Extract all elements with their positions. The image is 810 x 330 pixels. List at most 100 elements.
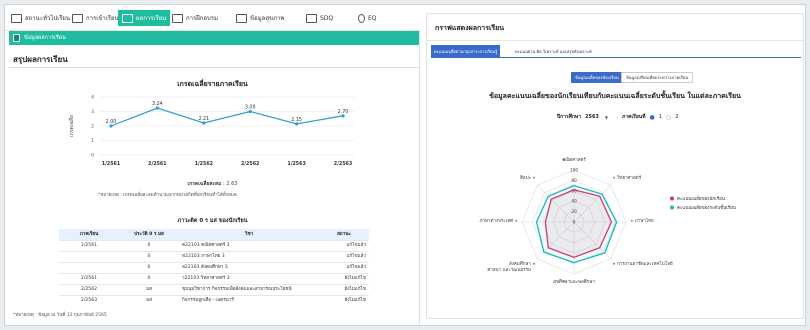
- term-option-1[interactable]: 1: [659, 114, 662, 120]
- y-tick-label: 4: [91, 95, 94, 101]
- sub-header-bar: ข้อมูลผลการเรียน: [9, 31, 419, 45]
- tab-academic-results[interactable]: ผลการเรียน: [118, 10, 171, 26]
- book-icon: [13, 34, 20, 42]
- table-cell-term: [59, 251, 119, 263]
- table-cell-grade: 0: [119, 262, 179, 274]
- tab-general-status[interactable]: สถานะทั่วไปเรียน: [7, 10, 74, 26]
- axis-marker: [630, 219, 633, 222]
- radio-unselected-icon[interactable]: ○: [666, 114, 671, 121]
- table-cell-term: 1/2561: [59, 240, 119, 252]
- y-tick-label: 2: [91, 124, 94, 130]
- axis-marker: [532, 176, 535, 179]
- grid-icon: [72, 13, 83, 23]
- data-label: 2.15: [291, 117, 302, 123]
- table-cell-grade: มส: [119, 284, 179, 296]
- radar-axis-label: ภาษาไทย: [635, 218, 654, 224]
- grades-table: ภาคเรียน ประวัติ 0 ร มส วิชา สถานะ 1/256…: [59, 229, 369, 306]
- tab-label: การฝึกอบรม: [186, 15, 218, 22]
- radar-series-polygon: [535, 184, 618, 264]
- table-row: 0 ท22103 ภาษาไทย 3 แก้ไขแล้ว: [59, 251, 369, 263]
- grades-table-body: 1/2561 0 ค22103 คณิตศาสตร์ 3 แก้ไขแล้ว 0 ท221…: [59, 240, 369, 306]
- table-cell-status: แก้ไขแล้ว: [319, 240, 369, 252]
- class-average-button[interactable]: ข้อมูลเฉลี่ยของห้องเรียน: [571, 72, 623, 83]
- term-option-2[interactable]: 2: [675, 114, 678, 120]
- x-tick-label: 2/2562: [241, 161, 259, 167]
- x-tick-label: 1/2563: [287, 161, 305, 167]
- data-date-note: *หมายเหตุ : ข้อมูล ณ วันที่ 12 กุมภาพันธ…: [13, 313, 107, 318]
- sub-header-label: ข้อมูลผลการเรียน: [24, 35, 66, 41]
- term-compare-button[interactable]: ข้อมูลเปรียบเทียบระหว่างภาคเรียน: [621, 72, 694, 83]
- x-tick-label: 1/2562: [195, 161, 213, 167]
- cumulative-gpa: เกรดเฉลี่ยสะสม : 2.63: [187, 181, 238, 187]
- axis-marker: [613, 176, 616, 179]
- radar-axis-label: คณิตศาสตร์: [562, 156, 586, 163]
- y-tick-label: 1: [91, 138, 94, 144]
- form-icon: [306, 13, 317, 23]
- chevron-down-icon: ▼: [604, 114, 608, 120]
- page-title: สรุปผลการเรียน: [13, 55, 68, 64]
- tab-analytical-thinking[interactable]: คะแนนผ่าน คิด วิเคราะห์ และสรุปสังเคราะห…: [515, 45, 592, 57]
- radar-axis-label: สังคมศึกษา: [509, 261, 531, 267]
- legend-marker: [670, 205, 674, 210]
- year-select[interactable]: 2563: [585, 114, 601, 120]
- tab-health[interactable]: ข้อมูลสุขภาพ: [232, 10, 288, 26]
- tab-label: ข้อมูลสุขภาพ: [250, 15, 285, 22]
- cumulative-gpa-label: เกรดเฉลี่ยสะสม: [187, 181, 222, 187]
- table-row: 2/2563 มส กิจกรรมลูกเสือ - เนตรนารี ยังไม่แ…: [59, 295, 369, 306]
- tab-eq[interactable]: EQ: [354, 10, 381, 26]
- term-label: ภาคเรียนที่: [622, 114, 646, 120]
- radar-chart-subtitle: ข้อมูลคะแนนเฉลี่ยของนักเรียนเทียบกับคะแน…: [489, 92, 741, 100]
- gpa-chart-title: เกรดเฉลี่ยรายภาคเรียน: [177, 80, 248, 88]
- y-tick-label: 0: [91, 153, 94, 159]
- table-row: 2/2561 0 ว22103 วิทยาศาสตร์ 3 ยังไม่แก้ไข: [59, 273, 369, 285]
- radar-axis-label: ศาสนา และวัฒนธรรม: [488, 267, 531, 273]
- table-cell-subject: กิจกรรมลูกเสือ - เนตรนารี: [179, 295, 319, 306]
- x-tick-label: 2/2561: [148, 161, 166, 167]
- table-cell-term: 2/2562: [59, 284, 119, 296]
- table-cell-subject: ส22103 สังคมศึกษา 3: [179, 262, 319, 274]
- chart-panel-title: กราฟแสดงผลการเรียน: [435, 24, 504, 32]
- year-label: ปีการศึกษา: [557, 114, 581, 120]
- table-cell-subject: ว22103 วิทยาศาสตร์ 3: [179, 273, 319, 285]
- radar-axis-label: ศิลปะ: [520, 175, 531, 181]
- chart-icon: [122, 13, 133, 23]
- tab-training[interactable]: การฝึกอบรม: [168, 10, 222, 26]
- data-label: 3.00: [245, 105, 256, 111]
- table-cell-status: ยังไม่แก้ไข: [319, 295, 369, 306]
- column-header: วิชา: [179, 229, 319, 241]
- radar-axis-label: ภาษาต่างประเทศ: [479, 218, 513, 224]
- legend-label: คะแนนเฉลี่ยของนักเรียน: [677, 195, 725, 202]
- data-label: 2.00: [106, 119, 117, 125]
- gpa-series-line: [110, 107, 344, 127]
- tab-subject-average[interactable]: คะแนนเฉลี่ยตามกลุ่มสาระการเรียนรู้: [431, 45, 501, 57]
- tab-sdq[interactable]: SDQ: [302, 10, 337, 26]
- health-card-icon: [236, 13, 247, 23]
- data-label: 2.70: [338, 109, 349, 115]
- tab-attendance[interactable]: การเข้าเรียน: [68, 10, 123, 26]
- column-header: ภาคเรียน: [59, 229, 119, 241]
- column-header: ประวัติ 0 ร มส: [119, 229, 179, 241]
- table-cell-grade: 0: [119, 273, 179, 285]
- axis-marker: [515, 219, 518, 222]
- document-icon: [172, 13, 183, 23]
- legend-marker: [670, 196, 674, 201]
- radar-axis-label: การงานอาชีพและเทคโนโลยี: [617, 260, 673, 267]
- tab-label: ผลการเรียน: [136, 15, 167, 22]
- radar-tick-label: 80: [571, 178, 577, 184]
- cumulative-gpa-value: 2.63: [226, 181, 238, 187]
- person-icon: [11, 13, 22, 23]
- tab-label: SDQ: [320, 14, 334, 22]
- table-cell-status: ยังไม่แก้ไข: [319, 284, 369, 296]
- column-header: สถานะ: [319, 229, 369, 241]
- radar-chart: 020406080100คณิตศาสตร์วิทยาศาสตร์ภาษาไทย…: [479, 156, 735, 285]
- gpa-line-chart: 0 1 2 3 4 เกรดเฉลี่ย 2.00 1/2561 3.24 2/2561 2.21 1…: [68, 95, 355, 167]
- radar-axis-label: วิทยาศาสตร์: [617, 174, 642, 181]
- radar-tick-label: 100: [570, 168, 578, 174]
- summary-panel: สถานะทั่วไปเรียน การเข้าเรียน ผลการเรียน…: [5, 5, 420, 325]
- table-header-row: ภาคเรียน ประวัติ 0 ร มส วิชา สถานะ: [59, 229, 369, 241]
- radio-selected-icon[interactable]: ●: [650, 114, 655, 121]
- y-axis-label: เกรดเฉลี่ย: [68, 115, 75, 137]
- x-tick-label: 1/2561: [102, 161, 120, 167]
- filter-bar: ปีการศึกษา 2563 ▼ ภาคเรียนที่ ● 1 ○ 2: [557, 113, 678, 121]
- table-row: 2/2562 มส ชุมนุมวิชาการ กิจกรรมเพื่อสังคมแ…: [59, 284, 369, 296]
